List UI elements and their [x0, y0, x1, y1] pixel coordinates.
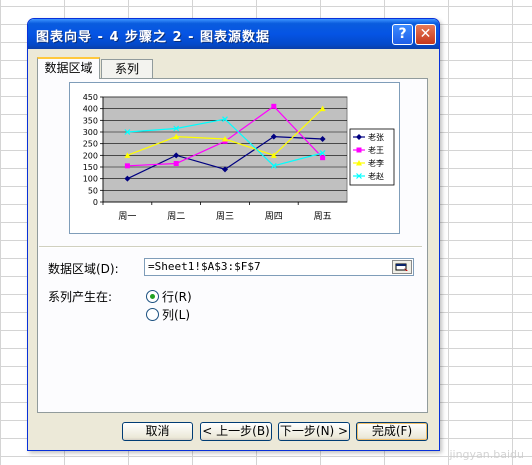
plot-area	[102, 96, 348, 203]
cancel-button[interactable]: 取消	[122, 422, 193, 441]
x-tick-label: 周三	[216, 211, 234, 222]
x-tick-label: 周四	[265, 211, 283, 222]
close-icon: ✕	[419, 26, 432, 42]
legend-label: 老王	[368, 145, 384, 155]
series-in-label: 系列产生在:	[48, 290, 113, 304]
legend-label: 老赵	[368, 171, 384, 181]
y-tick-label: 100	[83, 175, 98, 184]
data-point	[124, 163, 130, 169]
tab-panel: 0 50 100 150 200 250 300 350 400 450 周一 周二 周三 周四 周五 老张老…	[37, 78, 428, 413]
data-range-input[interactable]: =Sheet1!$A$3:$F$7	[144, 258, 414, 276]
title-bar[interactable]: 图表向导 - 4 步骤之 2 - 图表源数据 ? ✕	[28, 19, 439, 49]
y-tick-label: 250	[83, 140, 98, 149]
legend-label: 老张	[368, 132, 384, 142]
data-range-label: 数据区域(D):	[48, 262, 119, 276]
y-tick-label: 400	[83, 105, 98, 114]
data-range-value: =Sheet1!$A$3:$F$7	[148, 260, 261, 273]
series-columns-radio[interactable]	[146, 308, 159, 321]
y-tick-label: 150	[83, 163, 98, 172]
next-button[interactable]: 下一步(N) >	[278, 422, 350, 441]
help-button[interactable]: ?	[392, 24, 413, 45]
chart-wizard-dialog: 图表向导 - 4 步骤之 2 - 图表源数据 ? ✕ 数据区域 系列 0 50 10…	[27, 18, 440, 451]
dialog-title: 图表向导 - 4 步骤之 2 - 图表源数据	[36, 30, 271, 45]
x-tick-label: 周一	[118, 211, 136, 222]
y-tick-label: 0	[93, 198, 98, 207]
collapse-dialog-button[interactable]	[392, 260, 412, 274]
question-mark-icon: ?	[398, 26, 407, 42]
data-point	[271, 103, 277, 109]
tab-data-range[interactable]: 数据区域	[37, 57, 100, 79]
data-point	[173, 161, 179, 166]
data-point	[320, 155, 326, 161]
legend-label: 老李	[368, 158, 384, 168]
tab-series[interactable]: 系列	[101, 59, 153, 79]
series-columns-label[interactable]: 列(L)	[162, 306, 190, 323]
y-tick-label: 50	[88, 186, 98, 195]
y-tick-label: 300	[83, 128, 98, 137]
y-tick-label: 450	[83, 93, 98, 102]
range-select-icon	[395, 263, 408, 271]
y-tick-label: 350	[83, 116, 98, 125]
chart-preview: 0 50 100 150 200 250 300 350 400 450 周一 周二 周三 周四 周五 老张老…	[69, 82, 400, 234]
separator	[39, 246, 422, 248]
watermark: jingyan.baidu	[449, 448, 524, 461]
y-tick-label: 200	[83, 151, 98, 160]
series-rows-radio[interactable]	[146, 290, 159, 303]
back-button[interactable]: < 上一步(B)	[200, 422, 272, 441]
line-chart: 0 50 100 150 200 250 300 350 400 450 周一 周二 周三 周四 周五 老张老…	[83, 93, 395, 222]
close-button[interactable]: ✕	[415, 24, 436, 45]
x-tick-label: 周二	[167, 211, 185, 222]
series-rows-label[interactable]: 行(R)	[162, 288, 192, 305]
finish-button[interactable]: 完成(F)	[356, 422, 428, 441]
x-tick-label: 周五	[314, 211, 332, 222]
legend-marker	[356, 147, 362, 153]
